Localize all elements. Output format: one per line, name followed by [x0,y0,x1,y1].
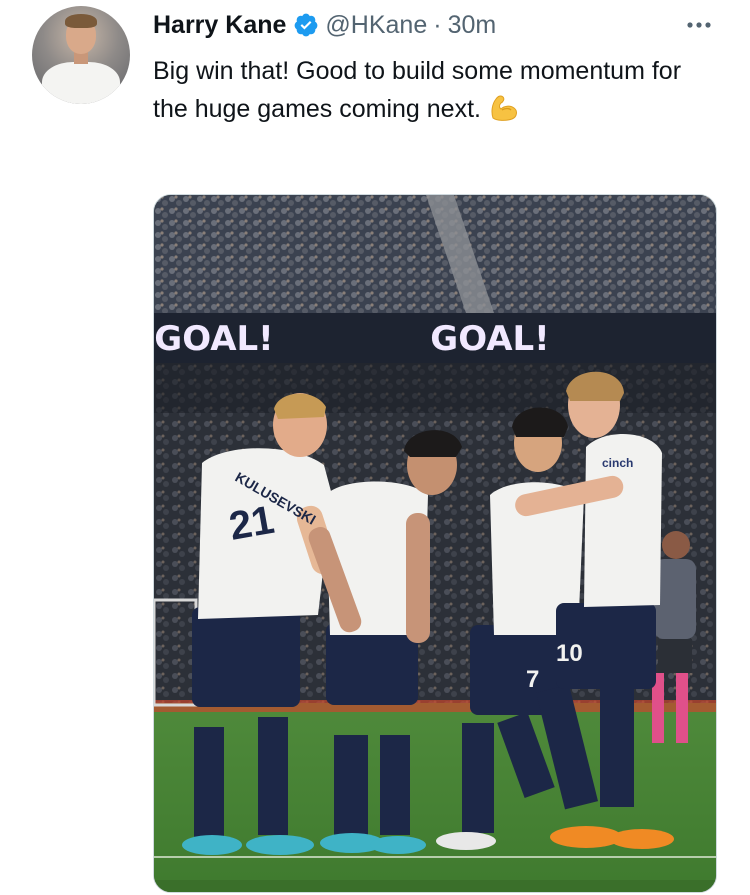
sleeve-sponsor: cinch [602,456,633,470]
avatar[interactable] [32,6,130,104]
shirt-number-7: 7 [526,666,539,693]
flexed-biceps-icon [487,90,521,124]
tweet-text: Big win that! Good to build some momentu… [153,52,713,128]
author-name[interactable]: Harry Kane [153,11,286,40]
pitch-edge [154,880,716,892]
avatar-hair [65,14,97,28]
tweet-photo[interactable]: GOAL! GOAL! 21 KULUSEVSKI 7 10 cinch [153,194,717,893]
timestamp[interactable]: 30m [448,11,497,40]
tweet-text-content: Big win that! Good to build some momentu… [153,57,682,123]
separator-dot: · [433,10,442,39]
shirt-number-10: 10 [556,640,583,667]
author-handle[interactable]: @HKane [325,11,427,40]
board-text-right: GOAL! [430,319,549,359]
tweet-card[interactable]: Harry Kane @HKane · 30m Big win that! Go… [0,0,750,895]
more-options-icon[interactable] [682,12,716,38]
verified-badge-icon [293,12,319,38]
avatar-shirt [42,62,120,104]
tweet-header: Harry Kane @HKane · 30m [153,8,496,42]
shirt-number-21: 21 [226,498,277,549]
stand-shadow [154,363,716,413]
board-text-left: GOAL! [154,319,273,359]
